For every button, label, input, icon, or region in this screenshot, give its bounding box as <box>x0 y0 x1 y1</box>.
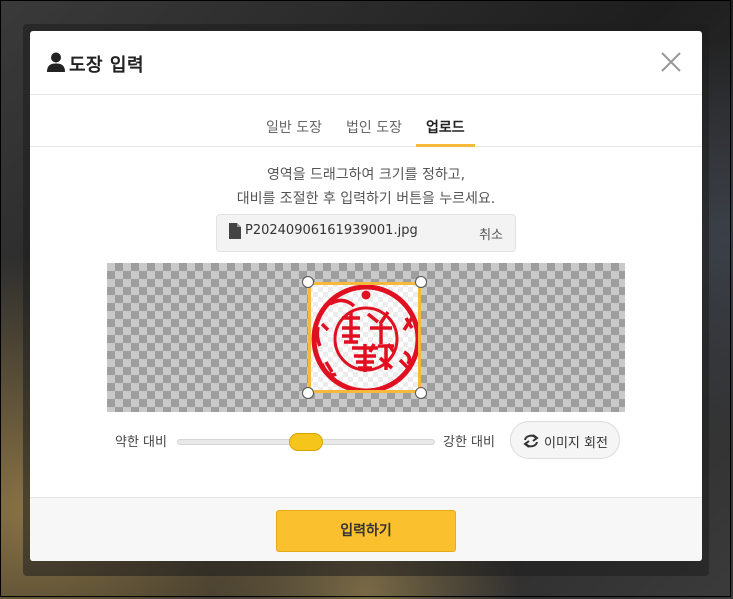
crop-handle-top-right[interactable] <box>415 276 427 288</box>
close-icon[interactable] <box>660 51 682 73</box>
uploaded-file-box: P20240906161939001.jpg 취소 <box>216 214 516 252</box>
stamp-type-tabs: 일반 도장 법인 도장 업로드 <box>30 95 702 147</box>
rotate-image-button[interactable]: 이미지 회전 <box>510 421 620 459</box>
crop-handle-bottom-left[interactable] <box>302 387 314 399</box>
dialog-title: 도장 입력 <box>69 55 145 76</box>
cancel-upload-button[interactable]: 취소 <box>479 224 503 243</box>
crop-selection-box[interactable] <box>308 282 421 393</box>
submit-stamp-button[interactable]: 입력하기 <box>276 510 456 552</box>
dialog-header: 도장 입력 <box>30 31 702 95</box>
rotate-icon <box>523 434 539 448</box>
tab-corporate-stamp[interactable]: 법인 도장 <box>346 117 402 147</box>
tab-upload[interactable]: 업로드 <box>416 117 475 147</box>
contrast-slider-thumb[interactable] <box>289 433 323 451</box>
instruction-line-1: 영역을 드래그하여 크기를 정하고, <box>266 167 466 183</box>
high-contrast-label: 강한 대비 <box>443 435 495 450</box>
file-icon <box>229 223 241 239</box>
dialog-footer: 입력하기 <box>30 497 702 561</box>
stamp-input-dialog: 도장 입력 일반 도장 법인 도장 업로드 영역을 드래그하여 크기를 정하고,… <box>30 31 702 561</box>
file-name: P20240906161939001.jpg <box>245 223 418 238</box>
low-contrast-label: 약한 대비 <box>115 435 167 450</box>
user-icon <box>47 52 65 72</box>
crop-handle-top-left[interactable] <box>302 276 314 288</box>
image-crop-canvas[interactable] <box>107 263 625 412</box>
instruction-line-2: 대비를 조절한 후 입력하기 버튼을 누르세요. <box>236 191 496 207</box>
contrast-controls: 약한 대비 강한 대비 이미지 회전 <box>30 421 702 461</box>
rotate-image-label: 이미지 회전 <box>544 436 608 451</box>
tab-general-stamp[interactable]: 일반 도장 <box>266 117 322 147</box>
contrast-slider[interactable] <box>177 433 435 451</box>
crop-handle-bottom-right[interactable] <box>415 387 427 399</box>
